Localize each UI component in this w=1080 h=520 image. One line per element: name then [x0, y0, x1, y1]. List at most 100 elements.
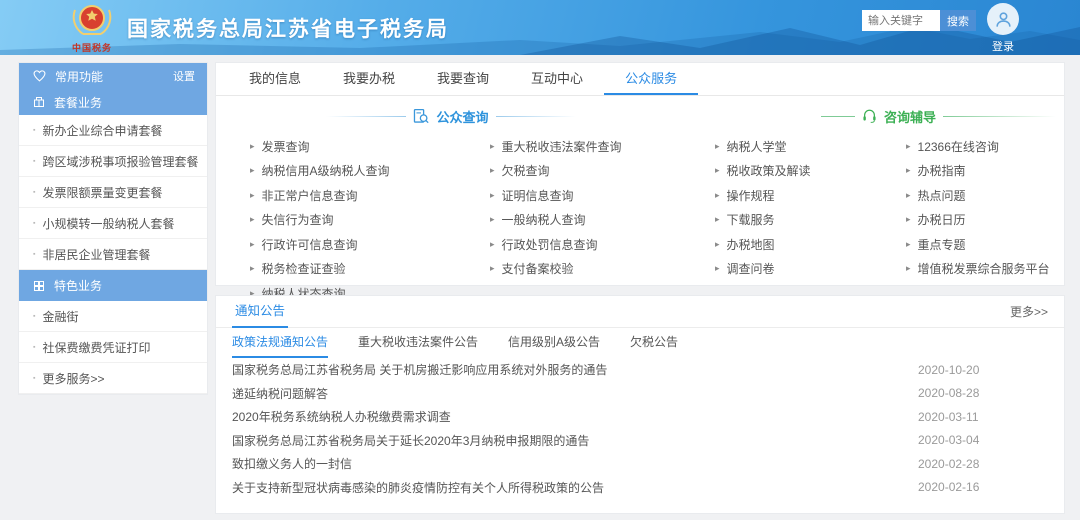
sidebar-item-label: 非居民企业管理套餐 — [42, 246, 150, 263]
link-vat-invoice-platform[interactable]: ▸增值税发票综合服务平台 — [906, 257, 1064, 282]
link-certificate-info-query[interactable]: ▸证明信息查询 — [490, 183, 715, 208]
arrow-icon: ▸ — [490, 214, 495, 225]
sidebar-item-cross-region[interactable]: ▪跨区域涉税事项报验管理套餐 — [19, 146, 207, 177]
public-query-title: 公众查询 — [436, 107, 488, 126]
subtab-tax-arrears[interactable]: 欠税公告 — [630, 328, 678, 358]
link-credit-a-query[interactable]: ▸纳税信用A级纳税人查询 — [250, 159, 490, 184]
sidebar-item-finance-street[interactable]: ▪金融街 — [19, 301, 207, 332]
link-12366-online[interactable]: ▸12366在线咨询 — [906, 134, 1064, 159]
grid-icon — [33, 280, 45, 292]
link-general-taxpayer-query[interactable]: ▸ 一般纳税人查询 — [490, 208, 715, 233]
link-hot-issues[interactable]: ▸热点问题 — [906, 183, 1064, 208]
arrow-icon: ▸ — [250, 263, 255, 274]
bullet-icon: ▪ — [33, 313, 35, 320]
link-tax-map[interactable]: ▸办税地图 — [715, 232, 821, 257]
notice-item-title: 2020年税务系统纳税人办税缴费需求调查 — [232, 408, 918, 425]
service-sections: 公众查询 ▸发票查询 ▸纳税信用A级纳税人查询 ▸非正常户信息查询 ▸失信行为查… — [216, 96, 1064, 306]
sidebar-package-business[interactable]: 套餐业务 — [19, 89, 207, 115]
link-inspection-cert-check[interactable]: ▸ 税务检查证查验 — [250, 257, 490, 282]
decorative-line — [326, 116, 406, 117]
notice-more-link[interactable]: 更多>> — [1010, 303, 1048, 320]
public-query-links: ▸发票查询 ▸纳税信用A级纳税人查询 ▸非正常户信息查询 ▸失信行为查询 ▸行政… — [216, 127, 821, 306]
emblem-caption: 中国税务 — [66, 43, 118, 53]
sidebar-item-featured-business[interactable]: 特色业务 — [19, 270, 207, 301]
user-avatar[interactable] — [987, 3, 1019, 35]
link-label: 下载服务 — [727, 211, 775, 228]
link-label: 纳税人学堂 — [727, 138, 787, 155]
link-download-service[interactable]: ▸ 下载服务 — [715, 208, 821, 233]
notice-row[interactable]: 递延纳税问题解答 2020-08-28 — [216, 382, 1064, 406]
tab-my-query[interactable]: 我要查询 — [416, 63, 510, 95]
query-column-1: ▸发票查询 ▸纳税信用A级纳税人查询 ▸非正常户信息查询 ▸失信行为查询 ▸行政… — [250, 134, 490, 306]
link-payment-record-check[interactable]: ▸支付备案校验 — [490, 257, 715, 282]
notice-item-date: 2020-10-20 — [918, 363, 1048, 377]
arrow-icon: ▸ — [906, 239, 911, 250]
link-label: 证明信息查询 — [502, 187, 574, 204]
notice-row[interactable]: 国家税务总局江苏省税务局 关于机房搬迁影响应用系统对外服务的通告 2020-10… — [216, 358, 1064, 382]
sidebar-item-nonresident[interactable]: ▪非居民企业管理套餐 — [19, 239, 207, 270]
bullet-icon: ▪ — [33, 189, 35, 196]
arrow-icon: ▸ — [490, 141, 495, 152]
arrow-icon: ▸ — [715, 214, 720, 225]
login-link[interactable]: 登录 — [981, 38, 1025, 54]
subtab-major-violations[interactable]: 重大税收违法案件公告 — [358, 328, 478, 358]
notice-row[interactable]: 2020年税务系统纳税人办税缴费需求调查 2020-03-11 — [216, 405, 1064, 429]
sidebar: 常用功能 设置 套餐业务 ▪新办企业综合申请套餐 ▪跨区域涉税事项报验管理套餐 … — [18, 62, 208, 395]
settings-link[interactable]: 设置 — [173, 68, 195, 84]
arrow-icon: ▸ — [490, 239, 495, 250]
link-taxpayer-school[interactable]: ▸纳税人学堂 — [715, 134, 821, 159]
link-label: 税收政策及解读 — [727, 162, 811, 179]
consult-header: 咨询辅导 — [821, 105, 1064, 127]
consult-links: ▸12366在线咨询 ▸办税指南 ▸热点问题 ▸办税日历 ▸重点专题 ▸增值税发… — [821, 127, 1064, 281]
link-abnormal-account-query[interactable]: ▸非正常户信息查询 — [250, 183, 490, 208]
sidebar-common-functions[interactable]: 常用功能 设置 — [19, 63, 207, 89]
link-tax-calendar[interactable]: ▸办税日历 — [906, 208, 1064, 233]
sidebar-header: 常用功能 设置 套餐业务 — [19, 63, 207, 115]
notice-item-date: 2020-03-04 — [918, 433, 1048, 447]
link-label: 欠税查询 — [502, 162, 550, 179]
arrow-icon: ▸ — [250, 239, 255, 250]
link-invoice-query[interactable]: ▸发票查询 — [250, 134, 490, 159]
sidebar-item-social-security[interactable]: ▪社保费缴费凭证打印 — [19, 332, 207, 363]
tab-public-services[interactable]: 公众服务 — [604, 63, 698, 95]
link-dishonesty-query[interactable]: ▸失信行为查询 — [250, 208, 490, 233]
notice-item-title: 致扣缴义务人的一封信 — [232, 455, 918, 472]
notice-subtabs: 政策法规通知公告 重大税收违法案件公告 信用级别A级公告 欠税公告 — [216, 328, 1064, 358]
link-admin-penalty-query[interactable]: ▸行政处罚信息查询 — [490, 232, 715, 257]
link-survey[interactable]: ▸调查问卷 — [715, 257, 821, 282]
query-column-2: ▸重大税收违法案件查询 ▸欠税查询 ▸证明信息查询 ▸一般纳税人查询 ▸行政处罚… — [490, 134, 715, 306]
sidebar-item-small-scale[interactable]: ▪小规模转一般纳税人套餐 — [19, 208, 207, 239]
main-panel: 我的信息 我要办税 我要查询 互动中心 公众服务 — [215, 62, 1065, 286]
tab-tax-handling[interactable]: 我要办税 — [322, 63, 416, 95]
sidebar-item-invoice-limit[interactable]: ▪发票限额票量变更套餐 — [19, 177, 207, 208]
notice-item-date: 2020-02-28 — [918, 457, 1048, 471]
link-admin-license-query[interactable]: ▸行政许可信息查询 — [250, 232, 490, 257]
notice-row[interactable]: 国家税务总局江苏省税务局关于延长2020年3月纳税申报期限的通告 2020-03… — [216, 429, 1064, 453]
document-search-icon — [413, 109, 429, 124]
page: 中国税务 国家税务总局江苏省电子税务局 搜索 登录 常用功能 设置 — [0, 0, 1080, 520]
arrow-icon: ▸ — [490, 263, 495, 274]
search-button[interactable]: 搜索 — [940, 10, 976, 31]
subtab-policy-notices[interactable]: 政策法规通知公告 — [232, 328, 328, 358]
link-tax-guide[interactable]: ▸办税指南 — [906, 159, 1064, 184]
header-search: 搜索 — [862, 10, 976, 31]
link-operation-rules[interactable]: ▸操作规程 — [715, 183, 821, 208]
link-tax-policy[interactable]: ▸税收政策及解读 — [715, 159, 821, 184]
sidebar-item-more-services[interactable]: ▪更多服务>> — [19, 363, 207, 394]
link-major-violation-query[interactable]: ▸重大税收违法案件查询 — [490, 134, 715, 159]
subtab-credit-a[interactable]: 信用级别A级公告 — [508, 328, 600, 358]
tab-my-info[interactable]: 我的信息 — [228, 63, 322, 95]
link-tax-arrears-query[interactable]: ▸欠税查询 — [490, 159, 715, 184]
search-input[interactable] — [862, 10, 940, 31]
sidebar-item-label: 社保费缴费凭证打印 — [42, 339, 150, 356]
notice-item-title: 国家税务总局江苏省税务局 关于机房搬迁影响应用系统对外服务的通告 — [232, 361, 918, 378]
notice-title-tab[interactable]: 通知公告 — [232, 296, 288, 328]
link-key-topics[interactable]: ▸重点专题 — [906, 232, 1064, 257]
link-label: 税务检查证查验 — [262, 260, 346, 277]
notice-row[interactable]: 关于支持新型冠状病毒感染的肺炎疫情防控有关个人所得税政策的公告 2020-02-… — [216, 476, 1064, 500]
link-label: 一般纳税人查询 — [502, 211, 586, 228]
sidebar-item-new-enterprise[interactable]: ▪新办企业综合申请套餐 — [19, 115, 207, 146]
link-label: 12366在线咨询 — [918, 138, 999, 155]
notice-row[interactable]: 致扣缴义务人的一封信 2020-02-28 — [216, 452, 1064, 476]
tab-interaction-center[interactable]: 互动中心 — [510, 63, 604, 95]
